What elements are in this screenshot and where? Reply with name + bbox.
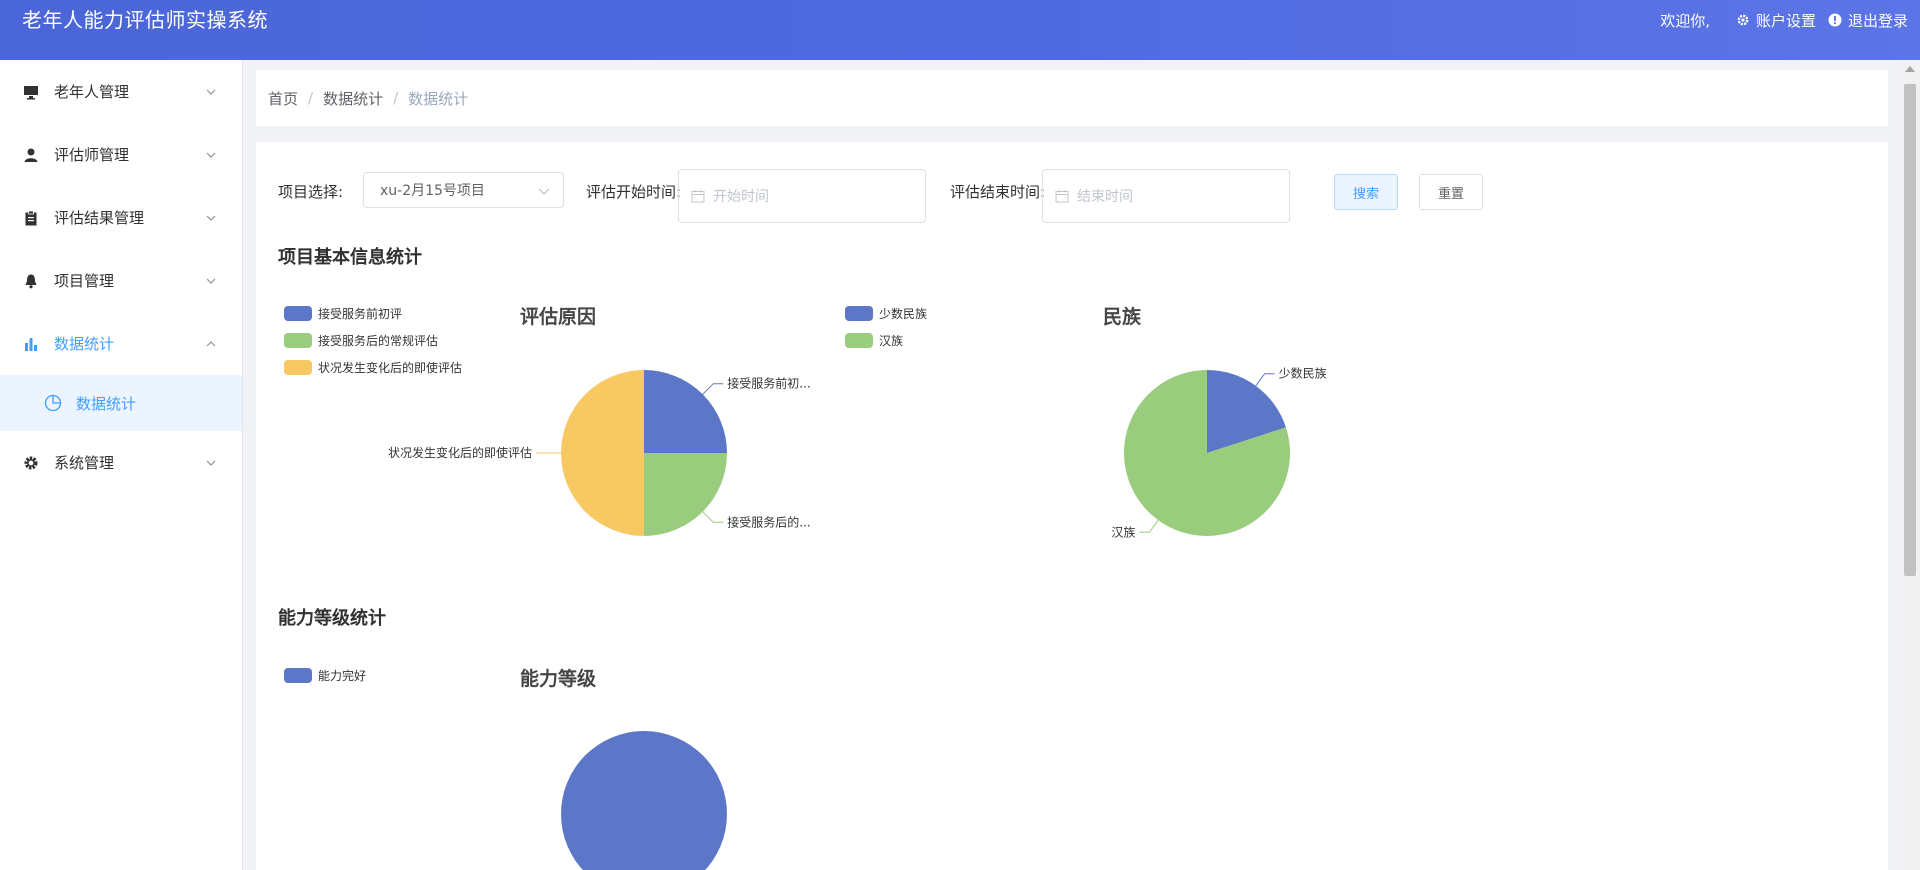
breadcrumb-separator: / <box>393 89 399 107</box>
pie-slice[interactable] <box>561 731 727 870</box>
sidebar-item-elderly[interactable]: 老年人管理 <box>0 60 242 123</box>
top-header: 老年人能力评估师实操系统 欢迎你, 账户设置 退出登录 <box>0 0 1920 60</box>
breadcrumb-home[interactable]: 首页 <box>268 88 298 109</box>
chevron-up-icon <box>204 337 218 351</box>
sidebar: 老年人管理 评估师管理 评估结果管理 项目管理 数据统计 数据统计 系统管理 <box>0 60 243 870</box>
breadcrumb-separator: / <box>308 89 314 107</box>
logout-button[interactable]: 退出登录 <box>1828 10 1908 31</box>
breadcrumb: 首页 / 数据统计 / 数据统计 <box>256 70 1888 126</box>
gear-icon <box>1736 13 1750 27</box>
sidebar-subitem-statistics[interactable]: 数据统计 <box>0 375 242 431</box>
user-icon <box>22 146 40 164</box>
clipboard-icon <box>22 209 40 227</box>
app-title: 老年人能力评估师实操系统 <box>22 8 268 32</box>
sidebar-item-system[interactable]: 系统管理 <box>0 431 242 494</box>
chevron-down-icon <box>204 211 218 225</box>
sidebar-item-results[interactable]: 评估结果管理 <box>0 186 242 249</box>
sidebar-subitem-label: 数据统计 <box>76 394 137 413</box>
sidebar-item-label: 系统管理 <box>54 454 115 472</box>
pie-chart-icon <box>44 394 62 412</box>
bell-icon <box>22 272 40 290</box>
account-settings-button[interactable]: 账户设置 <box>1736 10 1816 31</box>
sidebar-item-label: 项目管理 <box>54 272 115 290</box>
page-scrollbar[interactable] <box>1900 60 1920 870</box>
chevron-down-icon <box>204 85 218 99</box>
breadcrumb-statistics[interactable]: 数据统计 <box>323 88 383 109</box>
sidebar-item-label: 老年人管理 <box>54 83 130 101</box>
chevron-down-icon <box>204 456 218 470</box>
statistics-content: 项目选择: xu-2月15号项目 评估开始时间: 开始时间 评估结束时间: 结束… <box>256 142 1888 870</box>
monitor-icon <box>22 83 40 101</box>
bar-chart-icon <box>22 335 40 353</box>
alert-circle-icon <box>1828 13 1842 27</box>
sidebar-item-assessor[interactable]: 评估师管理 <box>0 123 242 186</box>
sidebar-item-projects[interactable]: 项目管理 <box>0 249 242 312</box>
pie-chart-ability <box>561 731 727 870</box>
welcome-text: 欢迎你, <box>1660 11 1710 30</box>
account-settings-label: 账户设置 <box>1755 11 1816 30</box>
sidebar-item-label: 评估师管理 <box>54 146 130 164</box>
header-actions: 欢迎你, 账户设置 退出登录 <box>1660 0 1920 40</box>
sidebar-item-label: 评估结果管理 <box>54 209 145 227</box>
scroll-thumb[interactable] <box>1904 84 1916 576</box>
sidebar-item-label: 数据统计 <box>54 335 115 353</box>
logout-label: 退出登录 <box>1847 11 1908 30</box>
gear-icon <box>22 454 40 472</box>
sidebar-item-statistics[interactable]: 数据统计 <box>0 312 242 375</box>
breadcrumb-current: 数据统计 <box>408 89 469 108</box>
chevron-down-icon <box>204 148 218 162</box>
chevron-down-icon <box>204 274 218 288</box>
scroll-up-arrow[interactable] <box>1905 66 1915 72</box>
